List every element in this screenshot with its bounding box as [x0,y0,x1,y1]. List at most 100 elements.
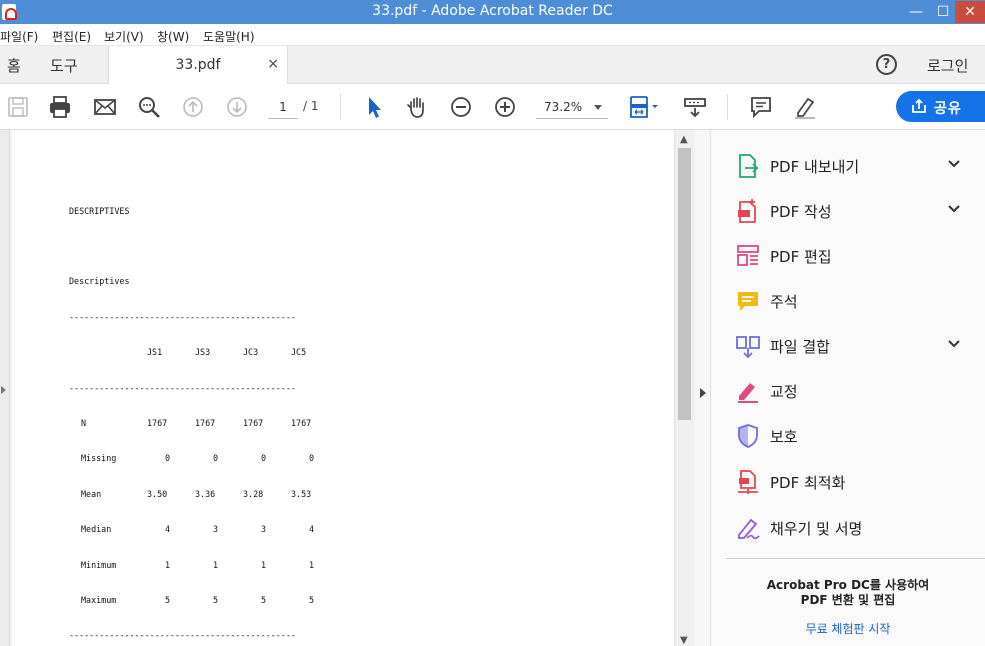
menu-view[interactable]: 보기(V) [104,28,144,45]
find-icon[interactable] [136,94,162,120]
title-bar: 33.pdf - Adobe Acrobat Reader DC — ☐ ✕ [0,0,985,24]
tab-tools[interactable]: 도구 [50,55,78,76]
redact-icon [738,383,758,403]
chevron-right-icon [700,388,706,398]
zoom-in-icon[interactable] [492,94,518,120]
fit-page-icon[interactable] [627,94,663,120]
print-icon[interactable] [47,94,73,120]
document-viewport[interactable]: DESCRIPTIVES Descriptives --------------… [0,130,695,646]
scroll-down-icon[interactable]: ▼ [680,635,688,646]
tool-label: 주석 [770,293,798,311]
login-link[interactable]: 로그인 [927,55,968,76]
pdf-page: DESCRIPTIVES Descriptives --------------… [12,130,674,646]
highlight-pen-icon[interactable] [792,94,818,120]
table-rule: ----------------------------------------… [69,382,296,393]
hand-icon[interactable] [404,94,430,120]
maximize-button[interactable]: ☐ [932,1,954,23]
menu-help[interactable]: 도움말(H) [203,28,255,45]
scrollbar-thumb[interactable] [678,148,691,420]
tab-bar: 홈 도구 33.pdf × ? 로그인 [0,46,985,84]
tab-document[interactable]: 33.pdf × [108,46,288,84]
tool-comment[interactable]: 주석 [711,280,985,320]
toolbar-divider [727,94,728,120]
column-header: JC5 [291,347,307,358]
table-cell: 1 [213,559,219,570]
table-cell: 0 [165,453,171,464]
select-arrow-icon[interactable] [361,94,387,120]
chevron-right-icon [1,386,6,394]
promo-line-2: PDF 변환 및 편집 [800,593,896,607]
tool-edit-pdf[interactable]: PDF 편집 [711,235,985,275]
prev-page-icon[interactable] [180,94,206,120]
table-row: Maximum 5 5 5 5 [69,594,314,607]
tool-redact[interactable]: 교정 [711,370,985,410]
email-icon[interactable] [92,94,118,120]
table-cell: 0 [213,453,219,464]
edit-pdf-icon [737,245,759,266]
close-tab-icon[interactable]: × [267,56,279,72]
menu-bar: 파일(F) 편집(E) 보기(V) 창(W) 도움말(H) [0,24,985,46]
page-total: / 1 [303,99,319,113]
scroll-up-icon[interactable]: ▲ [680,134,688,145]
tool-create-pdf[interactable]: PDF 작성 [711,190,985,230]
left-pane-toggle[interactable] [0,130,10,646]
promo-line-1: Acrobat Pro DC를 사용하여 [766,578,930,592]
tool-optimize-pdf[interactable]: PDF 최적화 [711,461,985,501]
pane-divider [726,558,985,559]
tool-label: 보호 [770,428,798,446]
row-label: N [81,417,87,428]
column-header: JS3 [195,347,211,358]
row-label: Maximum [81,594,117,605]
table-cell: 0 [261,453,267,464]
help-icon[interactable]: ? [876,54,897,75]
table-cell: 3.53 [291,488,312,499]
chevron-down-icon[interactable] [947,157,961,171]
share-button[interactable]: 공유 [896,91,985,122]
combine-files-icon [736,336,760,359]
page-number-input[interactable]: 1 [268,95,298,119]
tool-label: PDF 편집 [770,248,832,266]
table-cell: 3.28 [243,488,264,499]
table-cell: 5 [261,594,267,605]
optimize-pdf-icon [738,470,758,494]
tool-fill-sign[interactable]: 채우기 및 서명 [711,507,985,547]
chevron-down-icon[interactable] [947,337,961,351]
save-icon[interactable] [5,94,31,120]
tool-label: PDF 작성 [770,203,832,221]
table-row: Mean 3.50 3.36 3.28 3.53 [69,488,311,501]
tool-combine-files[interactable]: 파일 결합 [711,325,985,365]
scroll-mode-icon[interactable] [682,94,708,120]
tool-label: PDF 내보내기 [770,158,860,176]
menu-edit[interactable]: 편집(E) [52,28,91,45]
table-cell: 1767 [195,417,216,428]
comment-icon[interactable] [748,94,774,120]
table-cell: 1767 [243,417,264,428]
close-window-button[interactable]: ✕ [955,1,985,23]
free-trial-link[interactable]: 무료 체험판 시작 [711,620,985,637]
right-pane-toggle[interactable] [695,130,711,646]
create-pdf-icon [738,199,756,223]
tool-label: 파일 결합 [770,338,830,356]
tool-protect[interactable]: 보호 [711,415,985,455]
menu-file[interactable]: 파일(F) [0,28,38,45]
vertical-scrollbar[interactable]: ▲ ▼ [674,130,694,646]
tab-home[interactable]: 홈 [7,55,21,76]
table-cell: 5 [213,594,219,605]
chevron-down-icon[interactable] [947,202,961,216]
minimize-button[interactable]: — [905,1,927,23]
share-icon [912,99,926,113]
row-label: Mean [81,488,102,499]
next-page-icon[interactable] [224,94,250,120]
menu-window[interactable]: 창(W) [157,28,189,45]
table-row: Median 4 3 3 4 [69,524,314,536]
row-label: Median [81,524,112,535]
protect-icon [738,424,758,448]
table-cell: 1 [309,559,315,570]
zoom-out-icon[interactable] [448,94,474,120]
zoom-select[interactable]: 73.2% [536,95,608,119]
table-cell: 5 [165,594,171,605]
zoom-value: 73.2% [544,100,583,114]
tool-export-pdf[interactable]: PDF 내보내기 [711,145,985,185]
pdf-content: DESCRIPTIVES Descriptives --------------… [69,182,314,646]
